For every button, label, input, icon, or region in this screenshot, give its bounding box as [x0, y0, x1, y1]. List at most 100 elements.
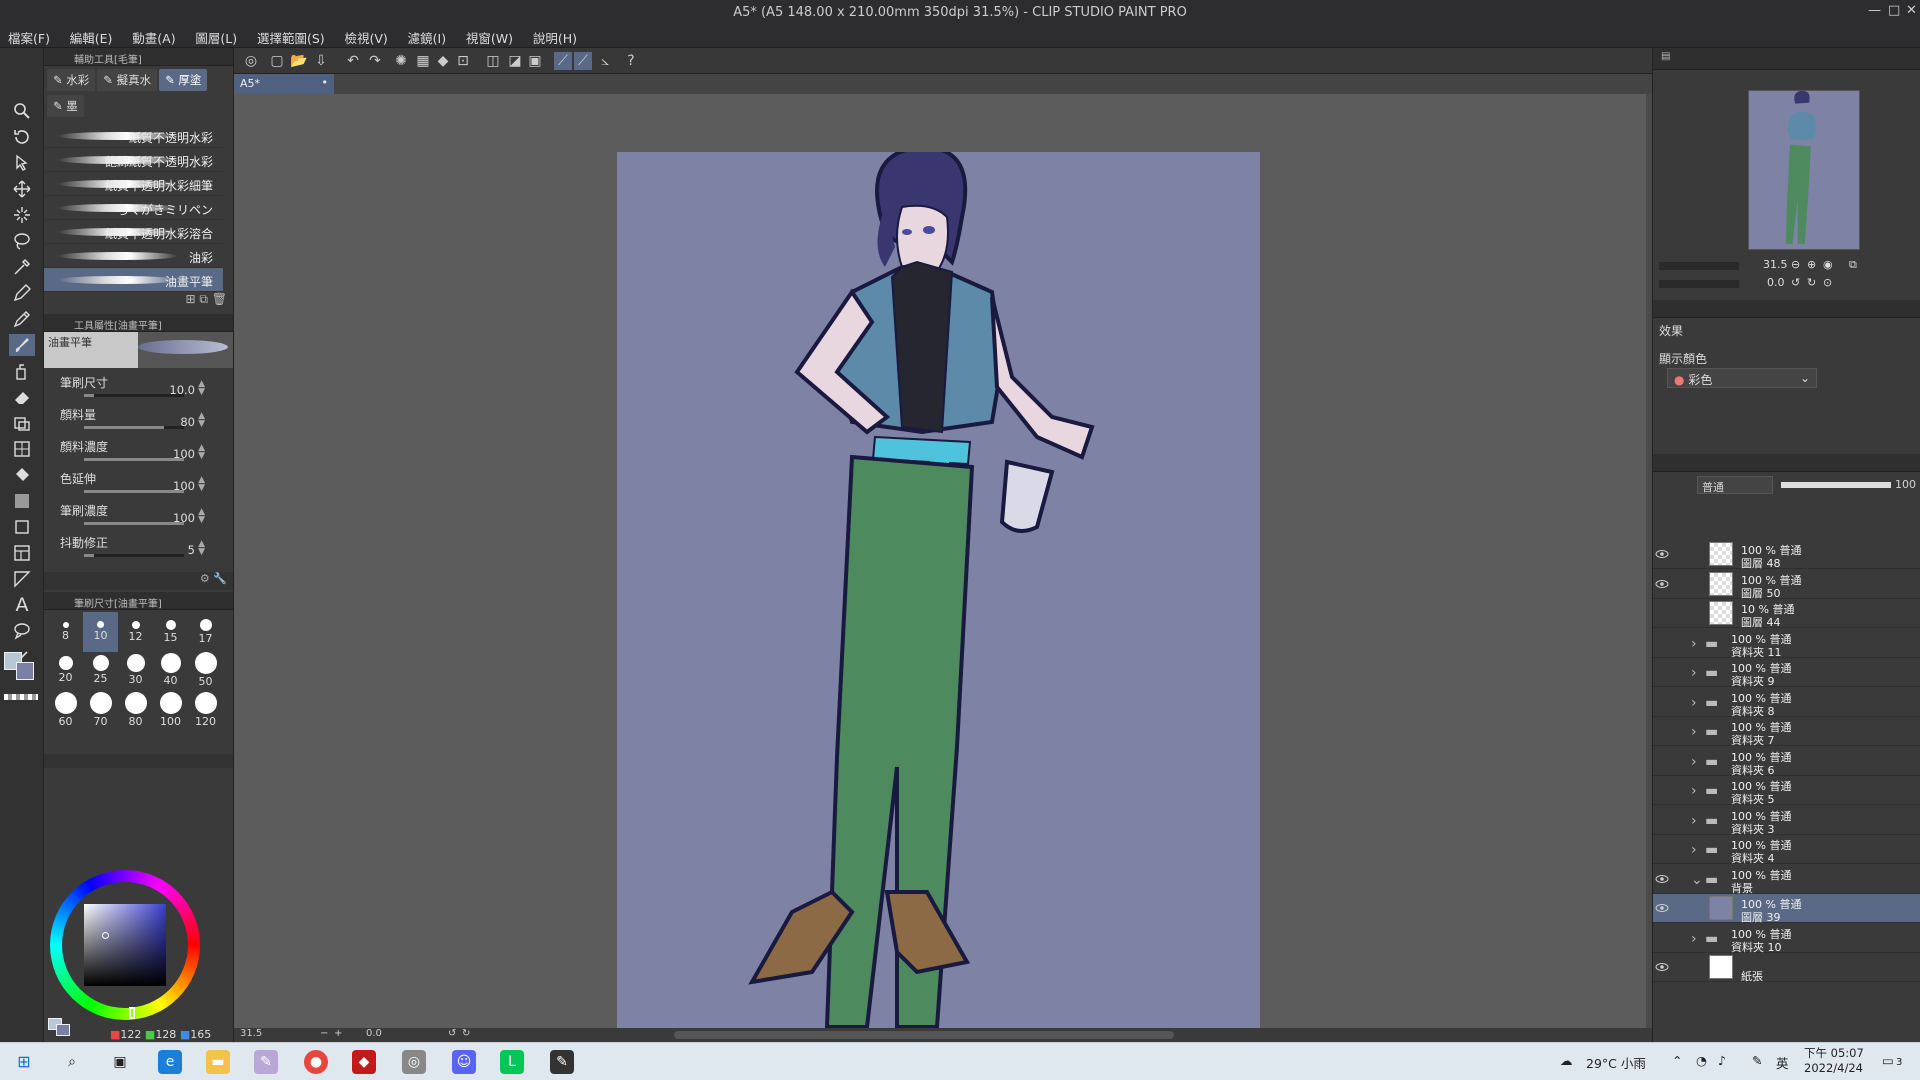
brush-item[interactable]: 油彩	[44, 244, 223, 268]
angle-slider[interactable]	[1659, 280, 1739, 288]
zoom-tool-icon[interactable]	[9, 100, 35, 122]
spinner-icon[interactable]: ▲ ▼	[198, 412, 205, 429]
balloon-tool-icon[interactable]	[9, 620, 35, 642]
size-item[interactable]: 40	[153, 652, 188, 692]
navigator-thumbnail[interactable]	[1748, 90, 1860, 250]
operation-tool-icon[interactable]	[9, 152, 35, 174]
drawing-page[interactable]	[617, 144, 1260, 1028]
layer-row[interactable]: › ▬ 100 % 普通 資料夾 11	[1653, 629, 1920, 659]
wrench-icon[interactable]: 🔧	[213, 572, 227, 585]
menu-edit[interactable]: 編輯(E)	[62, 24, 121, 51]
visibility-eye-icon[interactable]	[1655, 666, 1669, 678]
shape-tool-icon[interactable]	[9, 516, 35, 538]
nav-fit-icon[interactable]: ◉	[1823, 258, 1833, 271]
spinner-icon[interactable]: ▲ ▼	[198, 380, 205, 397]
clear-icon[interactable]: ✺	[392, 52, 410, 70]
airbrush-tool-icon[interactable]	[9, 360, 35, 382]
line-icon[interactable]: L	[500, 1050, 524, 1074]
redo-icon[interactable]: ↷	[366, 52, 384, 70]
snap-special-ruler-icon[interactable]: ⟋	[574, 52, 592, 70]
chevron-right-icon[interactable]: ›	[1691, 636, 1697, 652]
slider-track[interactable]	[84, 522, 184, 525]
size-item-selected[interactable]: 10	[83, 612, 118, 652]
spinner-icon[interactable]: ▲ ▼	[198, 508, 205, 525]
menu-file[interactable]: 檔案(F)	[0, 24, 58, 51]
size-item[interactable]: 50	[188, 652, 223, 692]
zoom-in-icon[interactable]: +	[334, 1028, 342, 1039]
menu-help[interactable]: 說明(H)	[525, 24, 585, 51]
prop-brush-density[interactable]: 筆刷濃度 100 ▲ ▼	[44, 500, 233, 532]
saturation-value-square[interactable]	[84, 904, 166, 986]
menu-selection[interactable]: 選擇範圍(S)	[249, 24, 333, 51]
subtab-thick-paint[interactable]: ✎ 厚塗	[159, 69, 208, 91]
slider-track[interactable]	[84, 490, 184, 493]
brush-item[interactable]: 紙質不透明水彩細筆	[44, 172, 223, 196]
rotate-right-icon[interactable]: ↻	[462, 1028, 470, 1039]
ime-indicator[interactable]: 英	[1776, 1053, 1789, 1072]
snap-grid-icon[interactable]: ⦣	[596, 52, 614, 70]
brush-tool-icon[interactable]	[9, 334, 35, 356]
brush-item[interactable]: 紙質不透明水彩	[44, 124, 223, 148]
slider-track[interactable]	[84, 458, 184, 461]
slider-track[interactable]	[84, 394, 184, 397]
mini-color-swatch[interactable]	[48, 1018, 76, 1038]
chevron-down-icon[interactable]: ⌄	[1691, 872, 1703, 888]
slider-track[interactable]	[84, 426, 184, 429]
transform2-icon[interactable]: ◪	[506, 52, 524, 70]
visibility-eye-icon[interactable]	[1655, 932, 1669, 944]
visibility-eye-icon[interactable]	[1655, 607, 1669, 619]
windows-start-icon[interactable]: ⊞	[12, 1050, 36, 1074]
prop-stabilization[interactable]: 抖動修正 5 ▲ ▼	[44, 532, 233, 564]
color-wheel[interactable]	[50, 870, 200, 1020]
paint-app-icon[interactable]: ✎	[254, 1050, 278, 1074]
fill-tool-icon[interactable]	[9, 464, 35, 486]
prop-color-stretch[interactable]: 色延伸 100 ▲ ▼	[44, 468, 233, 500]
visibility-eye-icon[interactable]	[1655, 755, 1669, 767]
spinner-icon[interactable]: ▲ ▼	[198, 476, 205, 493]
open-file-icon[interactable]: 📂	[290, 52, 308, 70]
edge-icon[interactable]: e	[158, 1050, 182, 1074]
blend-mode-select[interactable]: 普通	[1697, 476, 1773, 494]
size-item[interactable]: 17	[188, 612, 223, 652]
fill-selection-icon[interactable]: ▦	[414, 52, 432, 70]
layer-row[interactable]: › ▬ 100 % 普通 資料夾 7	[1653, 717, 1920, 747]
close-button[interactable]: ✕	[1906, 3, 1917, 18]
layer-row[interactable]: 10 % 普通 圖層 44	[1653, 599, 1920, 629]
prop-brush-size[interactable]: 筆刷尺寸 10.0 ▲ ▼	[44, 372, 233, 404]
settings-icon[interactable]: ⚙	[200, 572, 210, 585]
spinner-icon[interactable]: ▲ ▼	[198, 444, 205, 461]
chrome-icon[interactable]: ●	[304, 1050, 328, 1074]
weather-icon[interactable]: ☁	[1560, 1053, 1573, 1068]
clock-date[interactable]: 2022/4/24	[1804, 1061, 1863, 1075]
discord-icon[interactable]: ☺	[452, 1050, 476, 1074]
duplicate-subtool-icon[interactable]: ⊞	[185, 292, 195, 306]
chevron-right-icon[interactable]: ›	[1691, 813, 1697, 829]
tray-chevron-icon[interactable]: ⌃	[1672, 1053, 1682, 1068]
visibility-eye-icon[interactable]	[1655, 578, 1669, 590]
visibility-eye-icon[interactable]	[1655, 637, 1669, 649]
visibility-eye-icon[interactable]	[1655, 843, 1669, 855]
nav-reset-icon[interactable]: ⊙	[1823, 276, 1832, 289]
new-file-icon[interactable]: ▢	[268, 52, 286, 70]
fill-icon[interactable]: ◆	[434, 52, 452, 70]
layer-row[interactable]: 100 % 普通 圖層 48	[1653, 540, 1920, 570]
auto-select-tool-icon[interactable]	[9, 204, 35, 226]
ruler-tool-icon[interactable]	[9, 568, 35, 590]
text-tool-icon[interactable]: A	[9, 594, 35, 616]
layer-row[interactable]: › ▬ 100 % 普通 資料夾 8	[1653, 688, 1920, 718]
layer-row[interactable]: ⌄ ▬ 100 % 普通 背景	[1653, 865, 1920, 895]
maximize-button[interactable]: □	[1888, 3, 1900, 18]
clip-studio-icon[interactable]: ◎	[242, 52, 260, 70]
task-view-icon[interactable]: ▣	[108, 1050, 132, 1074]
minimize-button[interactable]: —	[1868, 3, 1881, 18]
visibility-eye-icon[interactable]	[1655, 784, 1669, 796]
size-item[interactable]: 25	[83, 652, 118, 692]
save-icon[interactable]: ⇩	[312, 52, 330, 70]
visibility-eye-icon[interactable]	[1655, 696, 1669, 708]
blend-tool-icon[interactable]	[9, 412, 35, 434]
subtab-ink[interactable]: ✎ 墨	[47, 95, 84, 117]
sub-color-swatch[interactable]	[16, 662, 34, 680]
zoom-slider[interactable]	[1659, 262, 1739, 270]
angle-readout[interactable]: 0.0	[366, 1028, 382, 1039]
figure-tool-icon[interactable]	[9, 438, 35, 460]
